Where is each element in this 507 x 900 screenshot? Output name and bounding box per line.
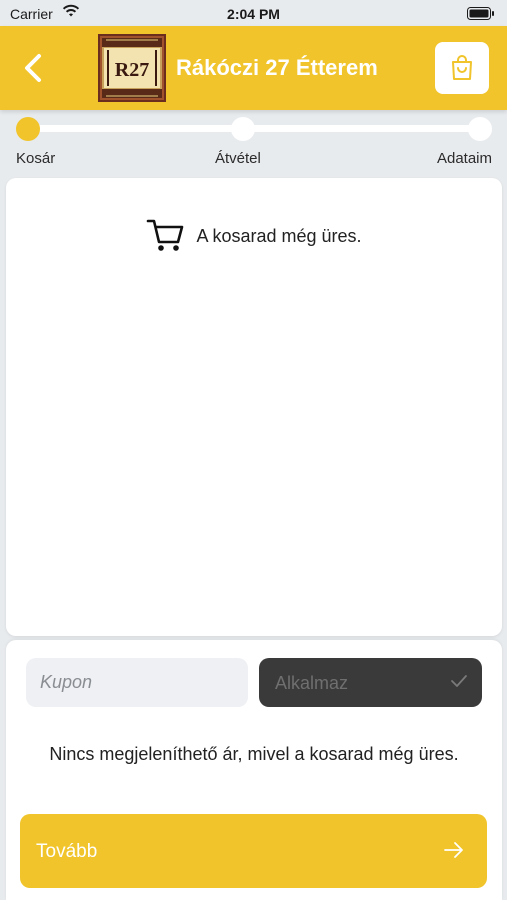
- coupon-input[interactable]: [26, 658, 248, 707]
- cart-panel: A kosarad még üres.: [6, 178, 502, 636]
- step-dot-details: [468, 117, 492, 141]
- step-label-cart: Kosár: [16, 150, 56, 167]
- next-button[interactable]: Tovább: [20, 814, 487, 888]
- shopping-cart-icon: [147, 219, 184, 251]
- checkout-footer: Alkalmaz Nincs megjeleníthető ár, mivel …: [6, 640, 502, 900]
- empty-cart-message: A kosarad még üres.: [6, 218, 502, 254]
- clock: 2:04 PM: [227, 6, 280, 22]
- page-title: Rákóczi 27 Étterem: [176, 55, 378, 80]
- cart-button[interactable]: [435, 42, 489, 94]
- apply-coupon-button[interactable]: Alkalmaz: [259, 658, 482, 707]
- step-label-pickup: Átvétel: [215, 150, 261, 167]
- logo-text: R27: [115, 59, 149, 81]
- empty-cart-text: A kosarad még üres.: [196, 225, 362, 246]
- back-button[interactable]: [18, 52, 48, 84]
- next-button-label: Tovább: [36, 841, 98, 862]
- step-dot-cart: [16, 117, 40, 141]
- restaurant-logo: R27: [98, 34, 166, 102]
- arrow-right-icon: [443, 840, 465, 865]
- checkout-stepper: Kosár Átvétel Adataim: [0, 110, 507, 176]
- checkmark-icon: [450, 673, 468, 694]
- shopping-bag-icon: [452, 55, 472, 80]
- no-price-message: Nincs megjeleníthető ár, mivel a kosarad…: [49, 744, 459, 764]
- step-label-details: Adataim: [436, 150, 492, 167]
- status-bar: Carrier 2:04 PM: [0, 0, 507, 26]
- chevron-left-icon: [25, 54, 41, 82]
- apply-coupon-label: Alkalmaz: [275, 673, 349, 693]
- step-dot-pickup: [231, 117, 255, 141]
- app-header: R27 Rákóczi 27 Étterem: [0, 26, 507, 110]
- battery-icon: [467, 7, 495, 23]
